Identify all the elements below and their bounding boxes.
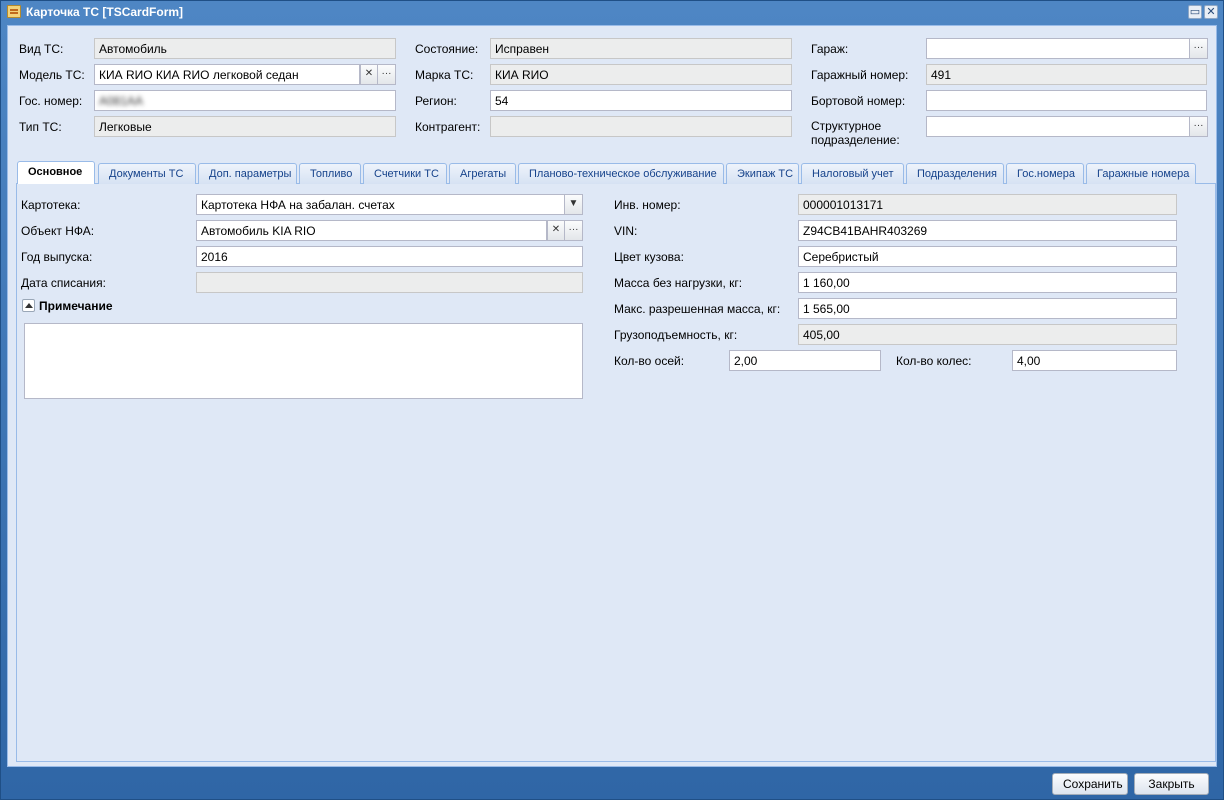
gos-nomer-field[interactable]: А081АА (94, 90, 396, 111)
save-button[interactable]: Сохранить (1052, 773, 1128, 795)
tab-garazhnye-nomera[interactable]: Гаражные номера (1086, 163, 1196, 184)
tab-planovo-tekhnicheskoe[interactable]: Планово-техническое обслуживание (518, 163, 724, 184)
garazh-select-button[interactable]: ··· (1190, 38, 1208, 59)
struct-podr-select-button[interactable]: ··· (1190, 116, 1208, 137)
marka-ts-label: Марка ТС: (415, 68, 474, 82)
note-collapse-icon[interactable] (22, 299, 35, 312)
model-ts-field[interactable]: КИА RИО КИА RИО легковой седан (94, 64, 360, 85)
vid-ts-label: Вид ТС: (19, 42, 64, 56)
kol-osey-field[interactable]: 2,00 (729, 350, 881, 371)
garazh-field[interactable] (926, 38, 1190, 59)
bortovoy-nomer-field[interactable] (926, 90, 1207, 111)
kartoteka-select[interactable]: Картотека НФА на забалан. счетах (196, 194, 565, 215)
tab-toplivo[interactable]: Топливо (299, 163, 361, 184)
region-field[interactable]: 54 (490, 90, 792, 111)
massa-bez-label: Масса без нагрузки, кг: (614, 276, 743, 290)
inv-nomer-field: 000001013171 (798, 194, 1177, 215)
god-vypuska-field[interactable]: 2016 (196, 246, 583, 267)
obekt-nfa-label: Объект НФА: (21, 224, 95, 238)
tip-ts-field: Легковые (94, 116, 396, 137)
obekt-nfa-select-button[interactable]: ··· (565, 220, 583, 241)
sostoyanie-label: Состояние: (415, 42, 479, 56)
obekt-nfa-clear-button[interactable]: ✕ (547, 220, 565, 241)
tscard-window: Карточка ТС [TSCardForm] ▭ ✕ Вид ТС: Авт… (0, 0, 1224, 800)
form-content: Вид ТС: Автомобиль Модель ТС: КИА RИО КИ… (7, 25, 1217, 767)
data-spisaniya-field (196, 272, 583, 293)
model-clear-button[interactable]: ✕ (360, 64, 378, 85)
tab-osnovnoe[interactable]: Основное (17, 161, 95, 185)
tab-panel-osnovnoe: Картотека: Картотека НФА на забалан. сче… (16, 184, 1216, 762)
note-textarea[interactable] (24, 323, 583, 399)
massa-bez-field[interactable]: 1 160,00 (798, 272, 1177, 293)
garazhny-nomer-field: 491 (926, 64, 1207, 85)
note-label: Примечание (39, 299, 113, 313)
kartoteka-dropdown-icon[interactable]: ▼ (565, 194, 583, 215)
bortovoy-nomer-label: Бортовой номер: (811, 94, 906, 108)
tab-nalogovy-uchet[interactable]: Налоговый учет (801, 163, 904, 184)
garazhny-nomer-label: Гаражный номер: (811, 68, 909, 82)
marka-ts-field: КИА RИО (490, 64, 792, 85)
inv-nomer-label: Инв. номер: (614, 198, 681, 212)
vin-label: VIN: (614, 224, 638, 238)
kol-koles-label: Кол-во колес: (896, 354, 972, 368)
tab-dop-parametry[interactable]: Доп. параметры (198, 163, 297, 184)
tab-dokumenty-ts[interactable]: Документы ТС (98, 163, 196, 184)
kontragent-label: Контрагент: (415, 120, 481, 134)
region-label: Регион: (415, 94, 457, 108)
tab-strip: Основное Документы ТС Доп. параметры Топ… (16, 160, 1216, 185)
title-bar[interactable]: Карточка ТС [TSCardForm] ▭ ✕ (1, 1, 1223, 23)
window-title: Карточка ТС [TSCardForm] (26, 5, 184, 19)
close-window-button[interactable]: ✕ (1204, 5, 1218, 19)
gruzopod-label: Грузоподъемность, кг: (614, 328, 738, 342)
model-select-button[interactable]: ··· (378, 64, 396, 85)
gruzopod-field: 405,00 (798, 324, 1177, 345)
vid-ts-field: Автомобиль (94, 38, 396, 59)
tab-podrazdeleniya[interactable]: Подразделения (906, 163, 1004, 184)
struct-podr-field[interactable] (926, 116, 1190, 137)
obekt-nfa-field[interactable]: Автомобиль KIA RIO (196, 220, 547, 241)
gos-nomer-label: Гос. номер: (19, 94, 83, 108)
maximize-button[interactable]: ▭ (1188, 5, 1202, 19)
tsvet-field[interactable]: Серебристый (798, 246, 1177, 267)
gos-nomer-value: А081АА (99, 94, 144, 108)
kol-osey-label: Кол-во осей: (614, 354, 685, 368)
garazh-label: Гараж: (811, 42, 849, 56)
sostoyanie-field: Исправен (490, 38, 792, 59)
tab-ekipazh-ts[interactable]: Экипаж ТС (726, 163, 799, 184)
vin-field[interactable]: Z94CB41BAHR403269 (798, 220, 1177, 241)
maks-massa-label: Макс. разрешенная масса, кг: (614, 302, 781, 316)
kartoteka-label: Картотека: (21, 198, 81, 212)
kontragent-field (490, 116, 792, 137)
tab-agregaty[interactable]: Агрегаты (449, 163, 516, 184)
tab-gos-nomera[interactable]: Гос.номера (1006, 163, 1084, 184)
maks-massa-field[interactable]: 1 565,00 (798, 298, 1177, 319)
tsvet-label: Цвет кузова: (614, 250, 684, 264)
tab-schetchiki-ts[interactable]: Счетчики ТС (363, 163, 447, 184)
god-vypuska-label: Год выпуска: (21, 250, 93, 264)
data-spisaniya-label: Дата списания: (21, 276, 106, 290)
struct-podr-label: Структурное подразделение: (811, 119, 900, 147)
card-form-icon (7, 5, 21, 18)
tip-ts-label: Тип ТС: (19, 120, 62, 134)
close-button[interactable]: Закрыть (1134, 773, 1209, 795)
model-ts-label: Модель ТС: (19, 68, 85, 82)
kol-koles-field[interactable]: 4,00 (1012, 350, 1177, 371)
